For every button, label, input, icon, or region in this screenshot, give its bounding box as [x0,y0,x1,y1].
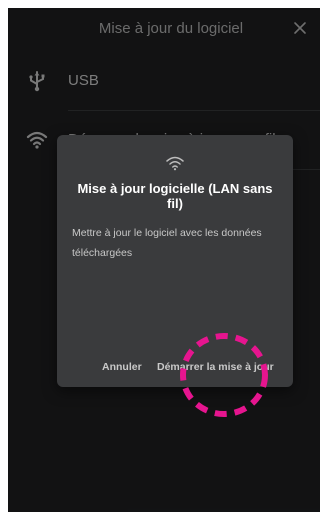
dialog-title: Mise à jour logicielle (LAN sans fil) [77,181,273,211]
start-update-button[interactable]: Démarrer la mise à jour [157,361,274,373]
screen: Mise à jour du logiciel USB Démarrer la … [8,8,320,512]
wifi-icon [166,156,184,171]
dialog-message: Mettre à jour le logiciel avec les donné… [72,227,262,259]
update-dialog: Mise à jour logicielle (LAN sans fil) Me… [57,135,293,387]
cancel-button[interactable]: Annuler [102,361,142,373]
